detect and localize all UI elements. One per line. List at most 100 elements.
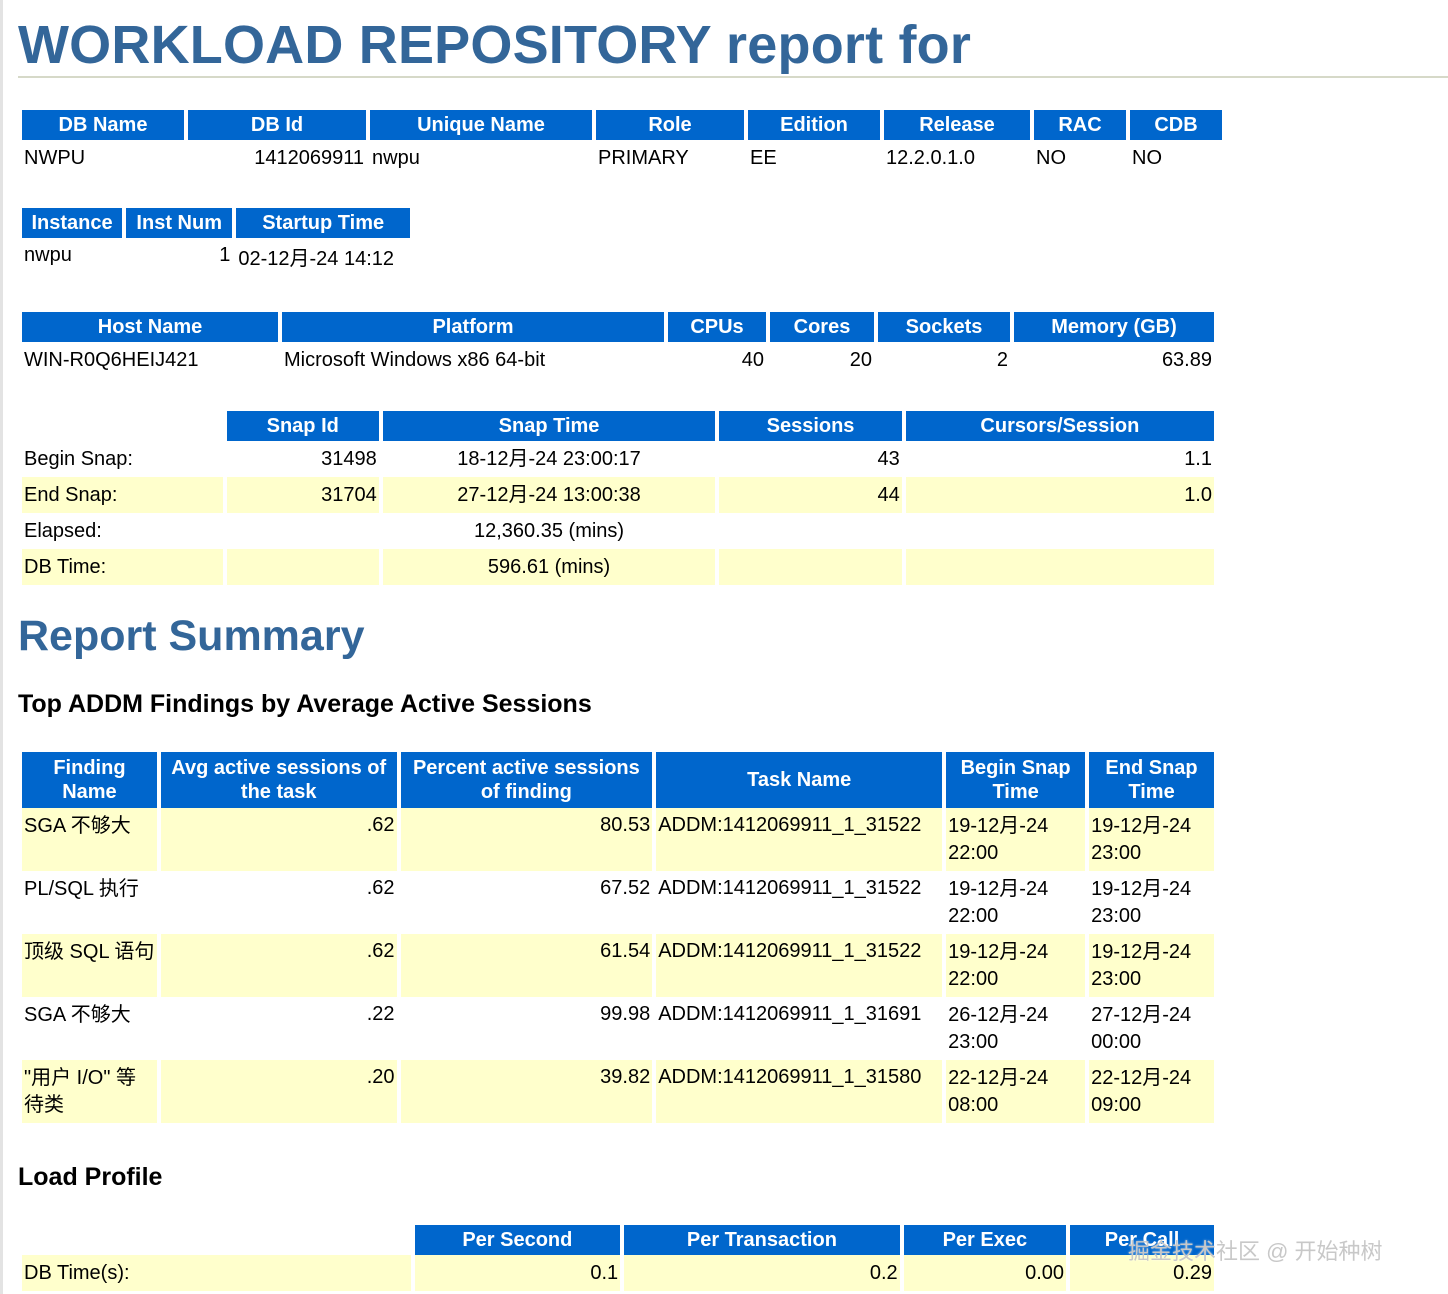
col-header-rac: RAC [1034, 110, 1126, 140]
table-row: SGA 不够大 .22 99.98 ADDM:1412069911_1_3169… [22, 997, 1214, 1060]
host-name-value: WIN-R0Q6HEIJ421 [24, 349, 199, 371]
percent-active-cell: 61.54 [400, 934, 653, 997]
title-divider [18, 76, 1448, 78]
table-row: NWPU 1412069911 nwpu PRIMARY EE 12.2.0.1… [22, 140, 1222, 176]
table-row: WIN-R0Q6HEIJ421 Microsoft Windows x86 64… [22, 342, 1214, 378]
awr-report-page: WORKLOAD REPOSITORY report for DB Name D… [0, 0, 1448, 1294]
col-header-end-snap-time: End Snap Time [1089, 752, 1214, 808]
sockets-value: 2 [996, 349, 1008, 371]
col-header-blank [22, 1225, 411, 1255]
end-snap-time-cell: 22-12月-24 09:00 [1089, 1060, 1214, 1123]
avg-active-sessions-cell: .22 [366, 1003, 395, 1025]
col-header-begin-snap-time: Begin Snap Time [946, 752, 1086, 808]
col-header-per-exec: Per Exec [903, 1225, 1067, 1255]
unique-name-value: nwpu [372, 147, 420, 169]
col-header-cdb: CDB [1130, 110, 1222, 140]
begin-snap-time-cell: 19-12月-24 22:00 [948, 878, 1049, 927]
snap-time-value: 12,360.35 (mins) [474, 520, 625, 542]
col-header-sessions: Sessions [719, 411, 902, 441]
col-header-blank [22, 411, 223, 441]
task-name-cell: ADDM:1412069911_1_31522 [658, 877, 922, 899]
report-title: WORKLOAD REPOSITORY report for [18, 15, 972, 75]
cursors-session-value [905, 549, 1214, 585]
avg-active-sessions-cell: .20 [160, 1060, 397, 1123]
begin-snap-time-cell: 22-12月-24 08:00 [946, 1060, 1086, 1123]
row-label: DB Time: [22, 549, 223, 585]
begin-snap-time-cell: 26-12月-24 23:00 [948, 1004, 1049, 1053]
table-row: Begin Snap: 31498 18-12月-24 23:00:17 43 … [22, 441, 1214, 477]
col-header-finding-name: Finding Name [22, 752, 157, 808]
addm-findings-heading: Top ADDM Findings by Average Active Sess… [18, 690, 592, 718]
col-header-percent-active-sessions: Percent active sessions of finding [400, 752, 653, 808]
col-header-db-id: DB Id [188, 110, 366, 140]
snapshot-header-row: Snap Id Snap Time Sessions Cursors/Sessi… [22, 411, 1214, 441]
task-name-cell: ADDM:1412069911_1_31691 [658, 1003, 922, 1025]
row-label: Elapsed: [24, 520, 102, 542]
edition-value: EE [750, 147, 777, 169]
end-snap-time-cell: 19-12月-24 23:00 [1089, 934, 1214, 997]
finding-name-cell: 顶级 SQL 语句 [22, 934, 157, 997]
begin-snap-time-cell: 19-12月-24 22:00 [946, 808, 1086, 871]
snap-time-value: 596.61 (mins) [382, 549, 716, 585]
col-header-per-transaction: Per Transaction [624, 1225, 900, 1255]
snap-id-value: 31498 [321, 448, 377, 470]
role-value: PRIMARY [598, 147, 689, 169]
per-exec-value: 0.00 [903, 1255, 1067, 1291]
platform-value: Microsoft Windows x86 64-bit [284, 349, 546, 371]
end-snap-time-cell: 19-12月-24 23:00 [1089, 808, 1214, 871]
table-row: 顶级 SQL 语句 .62 61.54 ADDM:1412069911_1_31… [22, 934, 1214, 997]
col-header-unique-name: Unique Name [370, 110, 592, 140]
metric-label: DB Time(s): [22, 1255, 411, 1291]
col-header-edition: Edition [748, 110, 880, 140]
finding-name-cell: PL/SQL 执行 [24, 878, 139, 900]
snap-id-value: 31704 [226, 477, 379, 513]
cursors-session-value: 1.1 [1184, 448, 1212, 470]
addm-findings-table: Finding Name Avg active sessions of the … [18, 752, 1218, 1123]
sessions-value: 43 [877, 448, 900, 470]
col-header-host-name: Host Name [22, 312, 278, 342]
finding-name-cell: "用户 I/O" 等待类 [22, 1060, 157, 1123]
host-header-row: Host Name Platform CPUs Cores Sockets Me… [22, 312, 1214, 342]
col-header-task-name: Task Name [656, 752, 943, 808]
snap-time-value: 27-12月-24 13:00:38 [382, 477, 716, 513]
report-summary-heading: Report Summary [18, 612, 365, 660]
table-row: Elapsed: 12,360.35 (mins) [22, 513, 1214, 549]
table-row: SGA 不够大 .62 80.53 ADDM:1412069911_1_3152… [22, 808, 1214, 871]
col-header-cores: Cores [770, 312, 874, 342]
startup-time-value: 02-12月-24 14:12 [238, 247, 394, 270]
table-row: nwpu 1 02-12月-24 14:12 [22, 238, 410, 279]
col-header-sockets: Sockets [878, 312, 1010, 342]
avg-active-sessions-cell: .62 [160, 934, 397, 997]
percent-active-cell: 80.53 [400, 808, 653, 871]
snapshot-table: Snap Id Snap Time Sessions Cursors/Sessi… [18, 411, 1218, 585]
addm-header-row: Finding Name Avg active sessions of the … [22, 752, 1214, 808]
task-name-cell: ADDM:1412069911_1_31580 [656, 1060, 943, 1123]
cores-value: 20 [849, 349, 872, 371]
col-header-cursors-session: Cursors/Session [905, 411, 1214, 441]
watermark-text: 掘金技术社区 @ 开始种树 [1128, 1239, 1383, 1264]
task-name-cell: ADDM:1412069911_1_31522 [656, 934, 943, 997]
instance-value: nwpu [24, 244, 72, 266]
db-info-table: DB Name DB Id Unique Name Role Edition R… [18, 110, 1226, 176]
instance-header-row: Instance Inst Num Startup Time [22, 208, 410, 238]
col-header-instance: Instance [22, 208, 123, 238]
table-row: PL/SQL 执行 .62 67.52 ADDM:1412069911_1_31… [22, 871, 1214, 934]
instance-info-table: Instance Inst Num Startup Time nwpu 1 02… [18, 208, 414, 279]
begin-snap-time-cell: 19-12月-24 22:00 [946, 934, 1086, 997]
table-row: DB Time(s): 0.1 0.2 0.00 0.29 [22, 1255, 1214, 1291]
sessions-value [719, 549, 902, 585]
per-transaction-value: 0.2 [624, 1255, 900, 1291]
col-header-avg-active-sessions: Avg active sessions of the task [160, 752, 397, 808]
col-header-release: Release [884, 110, 1030, 140]
percent-active-cell: 67.52 [600, 877, 651, 899]
table-row: DB Time: 596.61 (mins) [22, 549, 1214, 585]
end-snap-time-cell: 19-12月-24 23:00 [1091, 878, 1192, 927]
avg-active-sessions-cell: .62 [366, 877, 395, 899]
cursors-session-value: 1.0 [905, 477, 1214, 513]
row-label: End Snap: [22, 477, 223, 513]
finding-name-cell: SGA 不够大 [24, 1004, 131, 1026]
release-value: 12.2.0.1.0 [886, 147, 975, 169]
sessions-value: 44 [719, 477, 902, 513]
table-row: End Snap: 31704 27-12月-24 13:00:38 44 1.… [22, 477, 1214, 513]
finding-name-cell: SGA 不够大 [22, 808, 157, 871]
